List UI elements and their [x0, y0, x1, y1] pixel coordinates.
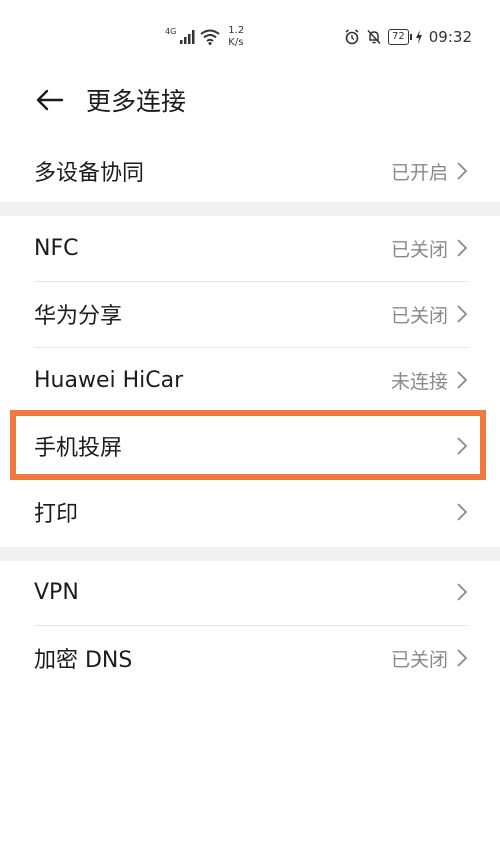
row-label: Huawei HiCar: [34, 367, 184, 393]
wifi-icon: [200, 29, 220, 45]
screen-projection-row[interactable]: 手机投屏: [0, 413, 500, 479]
row-status: 未连接: [390, 370, 448, 393]
app-header: 更多连接: [0, 70, 500, 130]
page-title: 更多连接: [86, 87, 187, 116]
encrypted-dns-row[interactable]: 加密 DNS 已关闭: [0, 625, 500, 691]
status-right: 72 09:32: [344, 26, 472, 48]
row-status: 已开启: [390, 161, 448, 184]
row-label: 华为分享: [34, 304, 123, 329]
settings-group-2: NFC 已关闭 华为分享 已关闭 Huawei HiCar 未连接 手机投屏 打…: [0, 215, 500, 545]
alarm-icon: [345, 29, 359, 45]
row-status: 已关闭: [390, 238, 448, 261]
chevron-right-icon: [457, 583, 468, 601]
chevron-right-icon: [457, 239, 468, 257]
speed-value: 1.2: [228, 25, 245, 36]
chevron-right-icon: [457, 437, 468, 455]
vpn-row[interactable]: VPN: [0, 559, 500, 625]
chevron-right-icon: [457, 305, 468, 323]
chevron-right-icon: [457, 371, 468, 389]
chevron-right-icon: [457, 649, 468, 667]
row-label: 打印: [34, 502, 79, 527]
print-row[interactable]: 打印: [0, 479, 500, 545]
row-status: 已关闭: [390, 304, 448, 327]
clock: 09:32: [428, 28, 472, 46]
settings-group-3: VPN 加密 DNS 已关闭: [0, 559, 500, 691]
row-label: 手机投屏: [34, 436, 123, 461]
multi-device-collab-row[interactable]: 多设备协同 已开启: [0, 138, 500, 204]
network-type: 4G: [165, 26, 177, 36]
back-arrow-icon: [36, 89, 64, 111]
mute-bell-icon: [367, 29, 381, 45]
row-label: 加密 DNS: [34, 648, 133, 673]
row-label: VPN: [34, 579, 79, 605]
status-bar: 4G 1.2 K/s 72 09:32: [0, 0, 500, 70]
battery-indicator: 72: [388, 29, 412, 45]
chevron-right-icon: [457, 162, 468, 180]
status-network: 4G 1.2 K/s: [165, 22, 244, 52]
signal-icon: [180, 30, 195, 44]
row-status: 已关闭: [390, 648, 448, 671]
row-label: 多设备协同: [34, 161, 145, 186]
row-label: NFC: [34, 235, 79, 261]
section-divider: [0, 202, 500, 216]
network-speed: 1.2 K/s: [228, 25, 244, 49]
huawei-share-row[interactable]: 华为分享 已关闭: [0, 281, 500, 347]
back-button[interactable]: [32, 82, 68, 118]
speed-unit: K/s: [228, 37, 244, 48]
nfc-row[interactable]: NFC 已关闭: [0, 215, 500, 281]
settings-group-1: 多设备协同 已开启: [0, 138, 500, 204]
chevron-right-icon: [457, 503, 468, 521]
charging-icon: [415, 30, 422, 44]
huawei-hicar-row[interactable]: Huawei HiCar 未连接: [0, 347, 500, 413]
